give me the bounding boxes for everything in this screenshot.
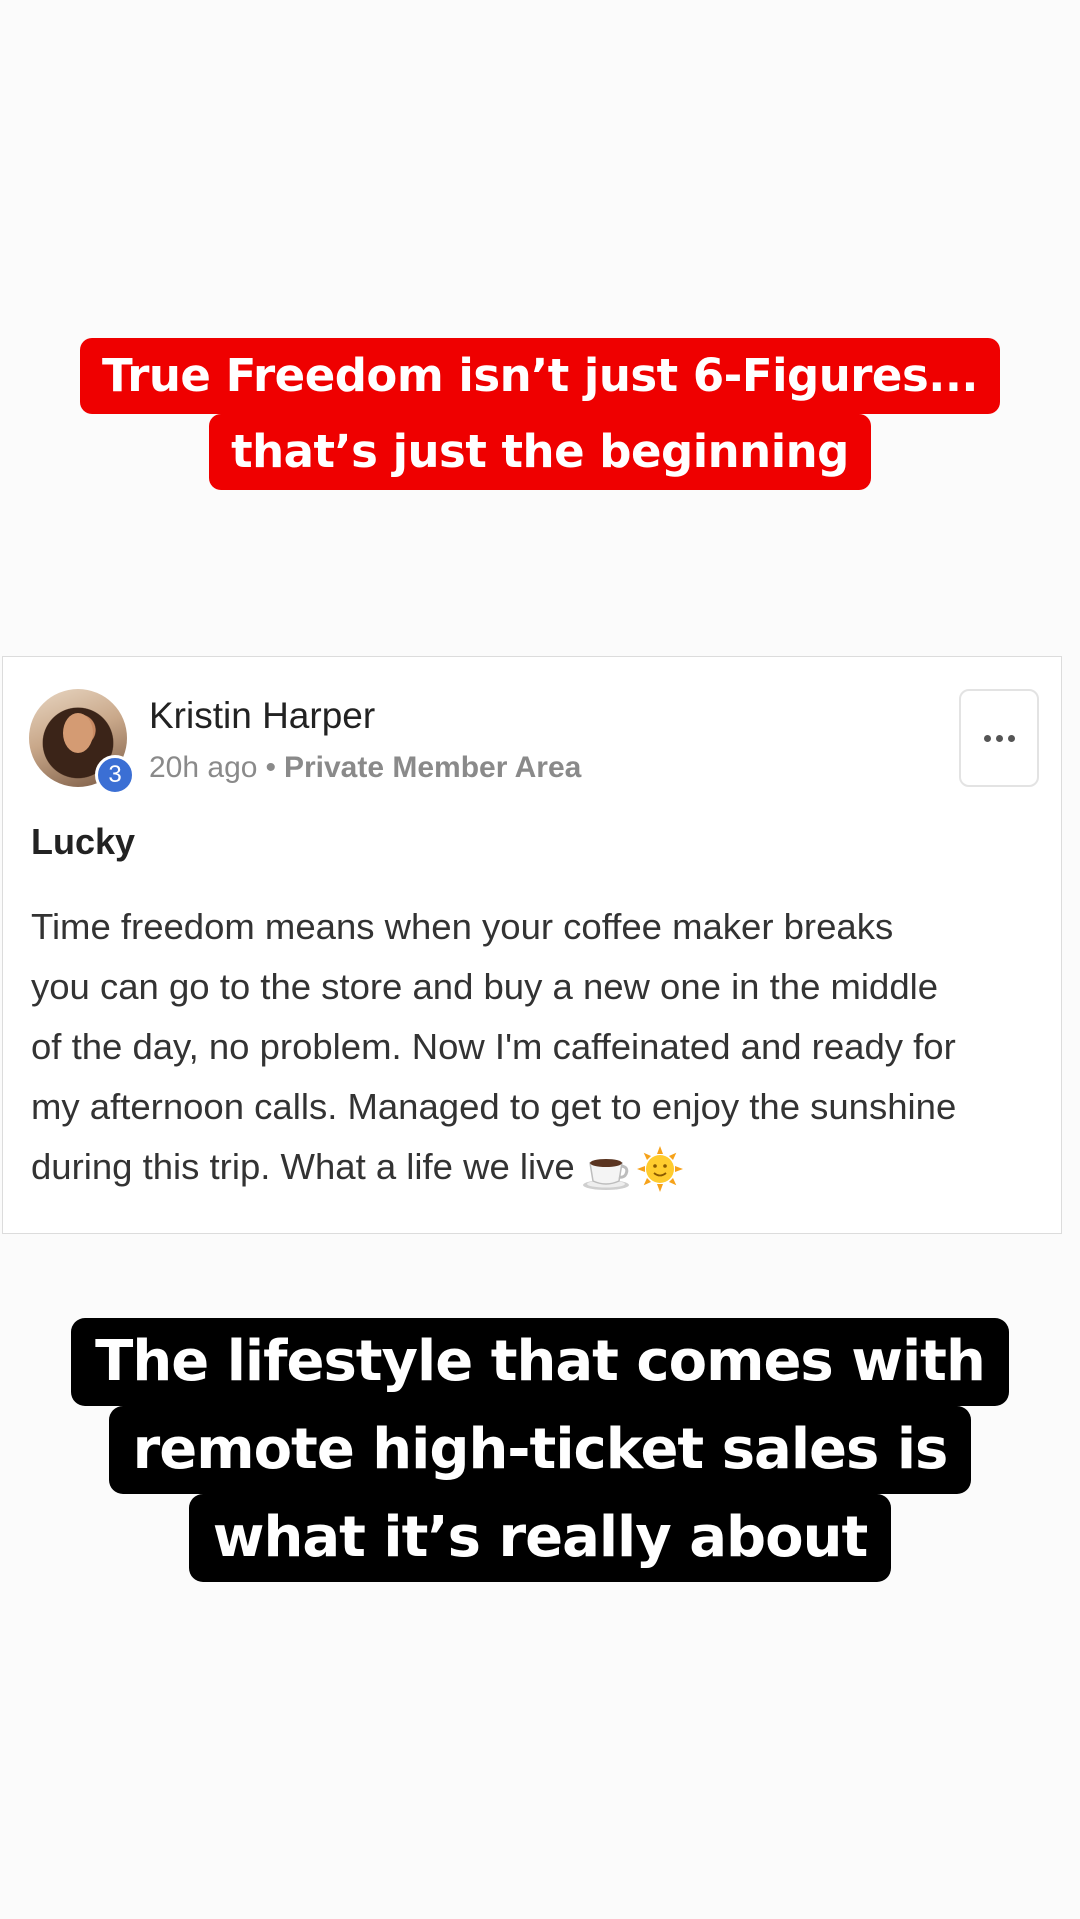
top-caption: True Freedom isn’t just 6-Figures... tha… <box>0 338 1080 490</box>
post-body: Time freedom means when your coffee make… <box>31 897 1051 1197</box>
post-time: 20h ago <box>149 751 258 784</box>
bottom-caption: The lifestyle that comes with remote hig… <box>0 1318 1080 1582</box>
post-body-line-last: during this trip. What a life we live <box>31 1137 1051 1197</box>
bottom-caption-line-1: The lifestyle that comes with <box>71 1318 1009 1406</box>
post-card: 3 Kristin Harper 20h ago • Private Member … <box>2 656 1062 1234</box>
post-meta: 20h ago • Private Member Area <box>149 751 581 785</box>
post-body-line: my afternoon calls. Managed to get to en… <box>31 1086 957 1127</box>
meta-separator: • <box>265 751 276 784</box>
level-badge: 3 <box>95 755 135 795</box>
post-body-line: of the day, no problem. Now I'm caffeina… <box>31 1026 956 1067</box>
post-body-line: you can go to the store and buy a new on… <box>31 966 939 1007</box>
more-options-button[interactable] <box>959 689 1039 787</box>
sun-icon <box>636 1146 683 1193</box>
group-link[interactable]: Private Member Area <box>284 751 581 784</box>
post-body-line: Time freedom means when your coffee make… <box>31 906 894 947</box>
top-caption-line-2: that’s just the beginning <box>209 414 871 490</box>
avatar-face <box>63 713 93 753</box>
more-dot <box>1007 734 1015 742</box>
bottom-caption-line-3: what it’s really about <box>188 1494 892 1582</box>
top-caption-line-1: True Freedom isn’t just 6-Figures... <box>79 338 1001 414</box>
post-body-line: during this trip. What a life we live <box>31 1146 575 1187</box>
more-dot <box>995 734 1003 742</box>
more-dot <box>983 734 991 742</box>
post-title: Lucky <box>31 821 136 862</box>
coffee-icon <box>581 1149 631 1191</box>
author-name[interactable]: Kristin Harper <box>149 695 375 737</box>
bottom-caption-line-2: remote high-ticket sales is <box>108 1406 972 1494</box>
